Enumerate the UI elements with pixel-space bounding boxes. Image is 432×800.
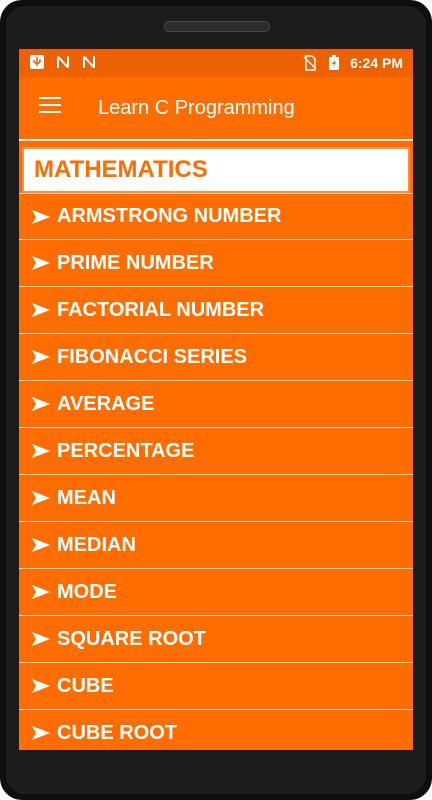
notification-n-icon [57,56,69,68]
list-item-label: MODE [57,580,117,603]
list-item-label: MEAN [57,486,116,509]
section-header: MATHEMATICS [22,147,410,193]
arrow-right-icon [32,585,50,599]
arrow-right-icon [32,397,50,411]
list-item-label: PERCENTAGE [57,439,195,462]
arrow-right-icon [32,679,50,693]
section-title: MATHEMATICS [34,156,208,183]
status-time: 6:24 PM [350,55,403,71]
no-sim-icon [303,55,317,71]
arrow-right-icon [32,303,50,317]
hamburger-menu-icon[interactable] [39,97,61,117]
list-item-prime-number[interactable]: PRIME NUMBER [19,240,413,287]
list-item-label: CUBE [57,674,114,697]
arrow-right-icon [32,538,50,552]
list-item-cube-root[interactable]: CUBE ROOT [19,710,413,750]
list-item-mode[interactable]: MODE [19,569,413,616]
list-item-label: SQUARE ROOT [57,627,206,650]
topic-list: MATHEMATICS ARMSTRONG NUMBER PRIME NUMBE… [19,139,413,750]
list-item-label: FACTORIAL NUMBER [57,298,265,321]
list-item-label: AVERAGE [57,392,155,415]
battery-charging-icon [329,55,340,70]
list-item-label: ARMSTRONG NUMBER [57,205,282,227]
list-item-mean[interactable]: MEAN [19,475,413,522]
list-item-factorial-number[interactable]: FACTORIAL NUMBER [19,287,413,334]
list-item-fibonacci-series[interactable]: FIBONACCI SERIES [19,334,413,381]
app-bar: Learn C Programming [19,77,413,139]
list-item-label: PRIME NUMBER [57,251,214,274]
arrow-right-icon [32,444,50,458]
notification-n-icon [83,56,95,68]
status-bar: 6:24 PM [19,49,413,77]
list-item-label: FIBONACCI SERIES [57,345,248,368]
list-item-percentage[interactable]: PERCENTAGE [19,428,413,475]
list-item-median[interactable]: MEDIAN [19,522,413,569]
arrow-right-icon [32,256,50,270]
divider [19,139,413,147]
phone-frame: 6:24 PM Learn C Programming MATHEMATICS … [0,0,432,800]
arrow-right-icon [32,491,50,505]
arrow-right-icon [32,209,50,224]
list-item-label: MEDIAN [57,533,136,556]
list-item-average[interactable]: AVERAGE [19,381,413,428]
list-item-label: CUBE ROOT [57,721,177,744]
arrow-right-icon [32,350,50,364]
list-item-armstrong-number[interactable]: ARMSTRONG NUMBER [19,193,413,240]
screen: 6:24 PM Learn C Programming MATHEMATICS … [19,49,413,750]
earpiece-speaker [164,21,270,32]
app-title: Learn C Programming [98,97,295,119]
arrow-right-icon [32,726,50,740]
usb-icon [30,55,44,69]
list-item-cube[interactable]: CUBE [19,663,413,710]
arrow-right-icon [32,632,50,646]
list-item-square-root[interactable]: SQUARE ROOT [19,616,413,663]
